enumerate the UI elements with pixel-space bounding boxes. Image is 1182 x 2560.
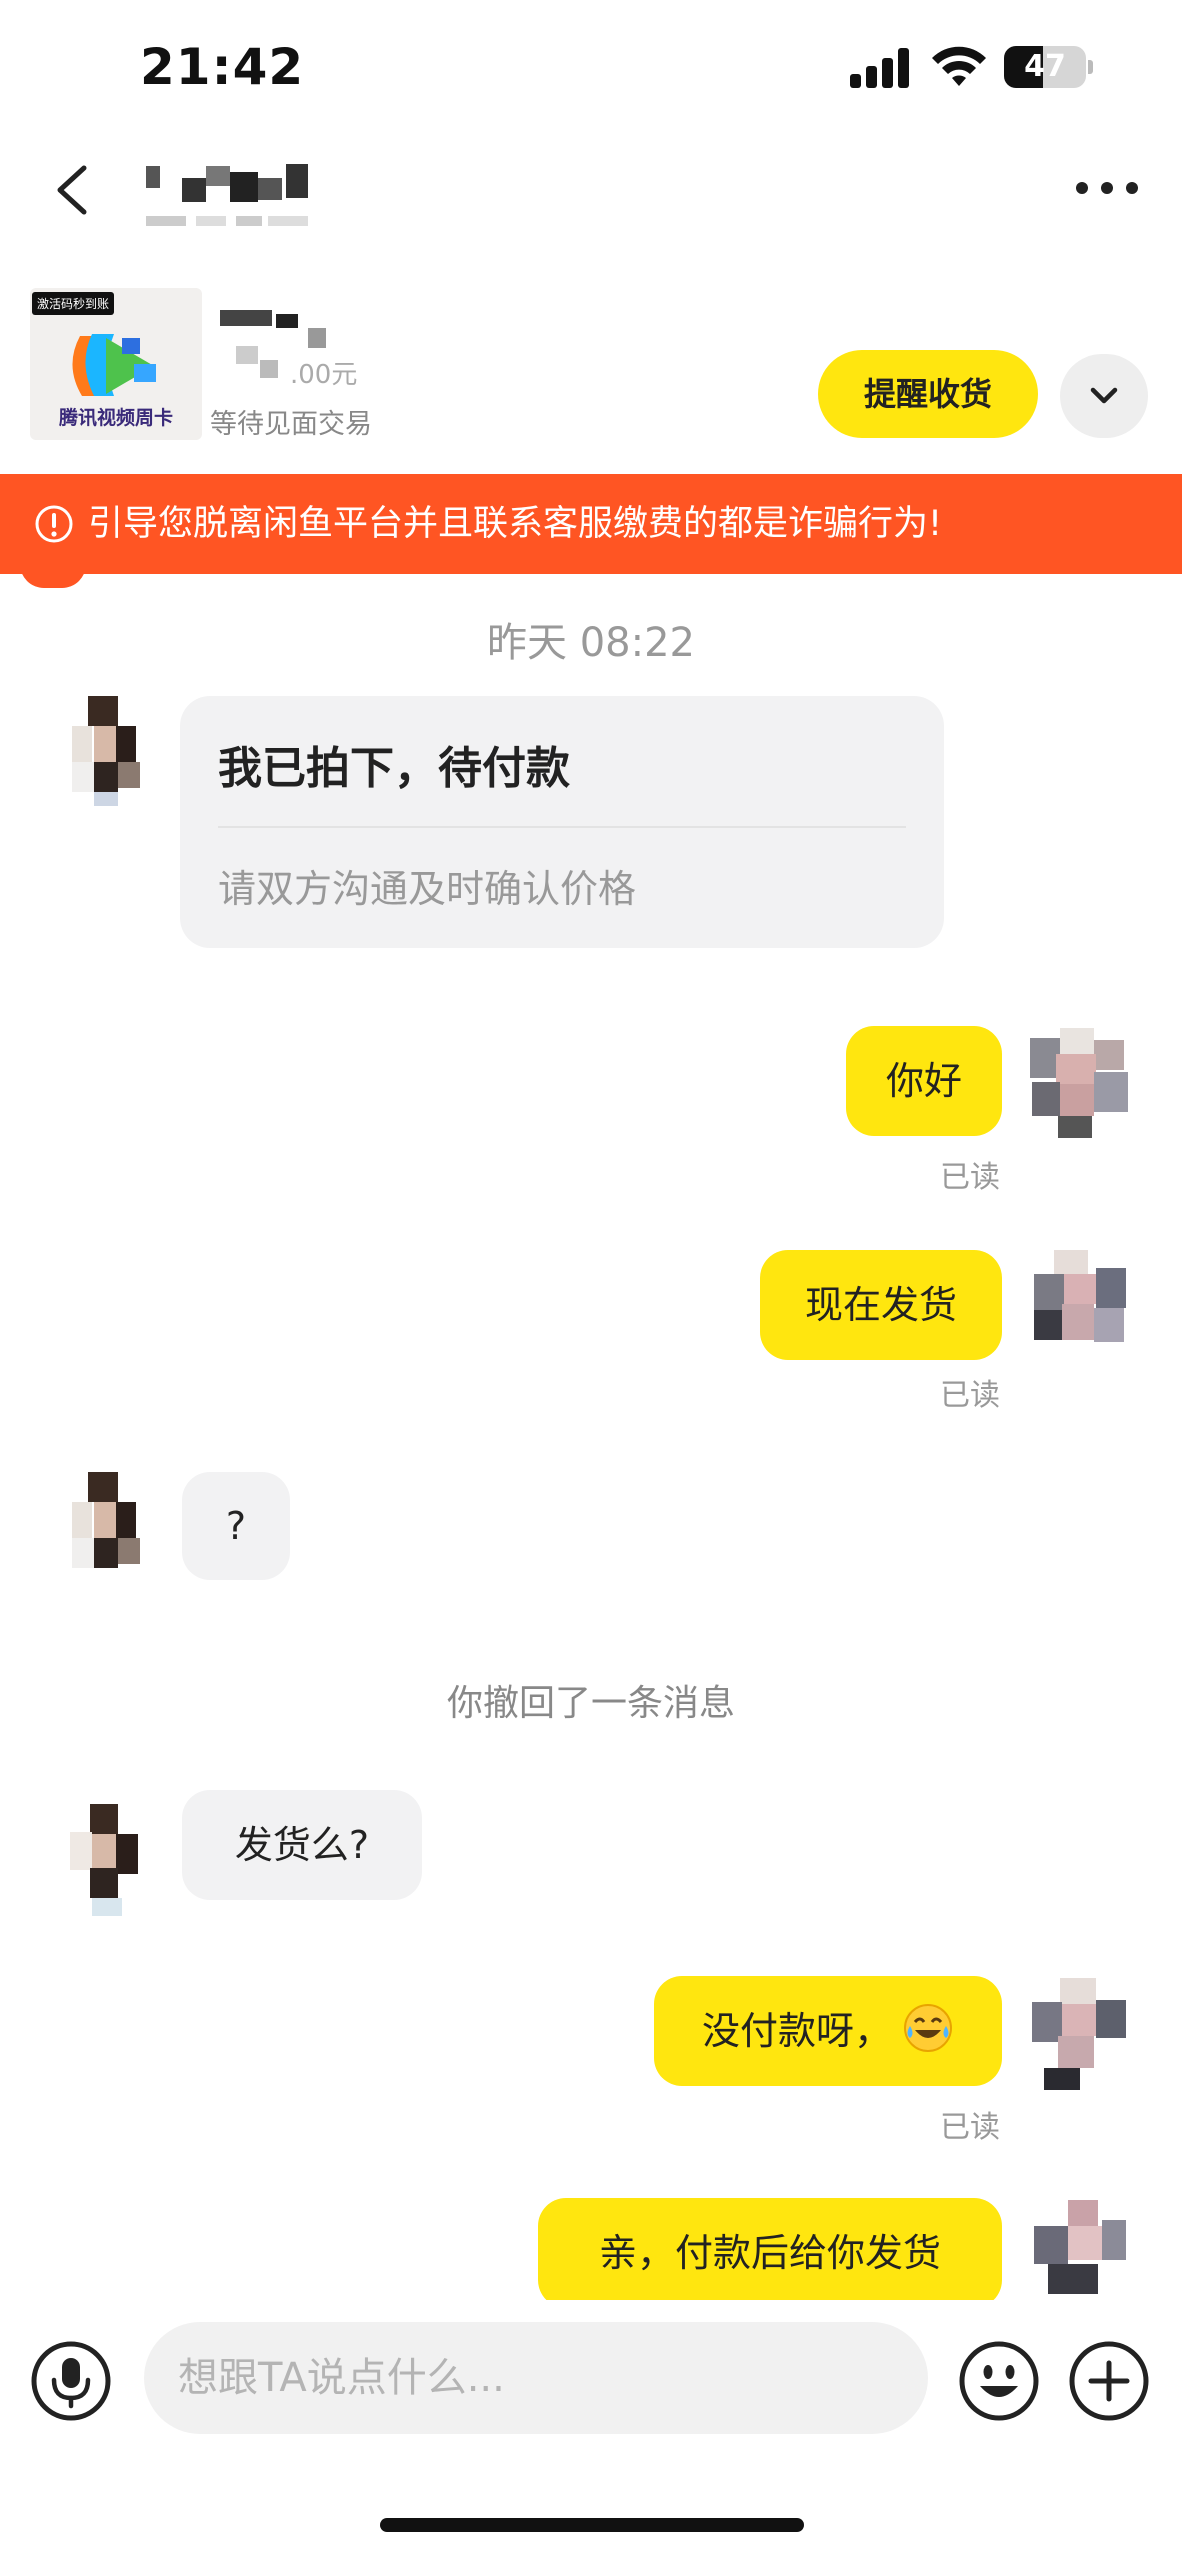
message-bubble-outgoing[interactable]: 你好 <box>846 1026 1002 1136</box>
battery-percent: 47 <box>1024 49 1066 84</box>
wifi-icon <box>932 46 986 86</box>
my-avatar[interactable] <box>1024 1978 1142 2090</box>
order-card-divider <box>218 826 906 828</box>
tears-of-joy-emoji <box>904 2004 952 2052</box>
read-receipt: 已读 <box>940 2110 1000 2145</box>
plus-icon[interactable] <box>1068 2340 1150 2422</box>
seller-avatar[interactable] <box>52 1472 156 1584</box>
remind-receipt-button[interactable]: 提醒收货 <box>818 350 1038 438</box>
order-card-title: 我已拍下，待付款 <box>218 743 570 794</box>
seller-avatar[interactable] <box>52 1804 156 1916</box>
product-price: .00元 <box>290 360 358 390</box>
message-bubble-outgoing[interactable]: 亲，付款后给你发货 <box>538 2198 1002 2300</box>
status-time: 21:42 <box>140 38 305 96</box>
message-input[interactable] <box>144 2322 928 2434</box>
chat-timestamp: 昨天 08:22 <box>487 620 695 666</box>
warning-text: 引导您脱离闲鱼平台并且联系客服缴费的都是诈骗行为! <box>88 504 943 544</box>
message-input-bar <box>0 2300 1182 2560</box>
order-status-card[interactable]: 我已拍下，待付款 请双方沟通及时确认价格 <box>180 696 944 948</box>
my-avatar[interactable] <box>1022 1028 1140 1140</box>
read-receipt: 已读 <box>940 1378 1000 1413</box>
alert-circle-icon <box>35 505 73 543</box>
emoji-face-icon[interactable] <box>958 2340 1040 2422</box>
back-chevron-icon[interactable] <box>44 160 104 220</box>
message-bubble-outgoing[interactable]: 没付款呀， <box>654 1976 1002 2086</box>
cellular-signal-icon <box>850 48 912 88</box>
microphone-icon[interactable] <box>30 2340 112 2422</box>
read-receipt: 已读 <box>940 1160 1000 1195</box>
product-thumb-caption: 腾讯视频周卡 <box>58 407 173 429</box>
recall-notice: 你撤回了一条消息 <box>446 1683 735 1724</box>
product-thumbnail[interactable]: 激活码秒到账 腾讯视频周卡 <box>30 288 202 440</box>
message-bubble-outgoing[interactable]: 现在发货 <box>760 1250 1002 1360</box>
battery-icon: 47 <box>1004 46 1086 88</box>
expand-button[interactable] <box>1060 354 1148 438</box>
order-card-subtitle: 请双方沟通及时确认价格 <box>218 867 637 911</box>
status-bar: 21:42 47 <box>0 0 1182 140</box>
battery-tip <box>1088 60 1093 74</box>
product-status: 等待见面交易 <box>210 409 372 440</box>
product-thumb-tag: 激活码秒到账 <box>32 292 115 315</box>
seller-avatar[interactable] <box>52 696 156 808</box>
message-bubble-incoming[interactable]: 发货么? <box>182 1790 422 1900</box>
chevron-down-icon <box>1090 387 1118 404</box>
contact-name-pixelated[interactable] <box>146 160 346 240</box>
fraud-warning-banner: 引导您脱离闲鱼平台并且联系客服缴费的都是诈骗行为! <box>0 474 1182 574</box>
home-indicator[interactable] <box>380 2518 804 2532</box>
banner-edge-decoration <box>20 574 86 588</box>
message-text: 没付款呀， <box>701 2009 892 2053</box>
message-bubble-incoming[interactable]: ? <box>182 1472 290 1580</box>
my-avatar[interactable] <box>1024 2200 1142 2300</box>
more-dots-icon[interactable] <box>1076 178 1138 198</box>
chat-message-list[interactable]: 昨天 08:22 我已拍下，待付款 请双方沟通及时确认价格 你好 已读 现在发货… <box>0 574 1182 2300</box>
tencent-video-logo <box>72 334 156 396</box>
my-avatar[interactable] <box>1026 1250 1144 1362</box>
